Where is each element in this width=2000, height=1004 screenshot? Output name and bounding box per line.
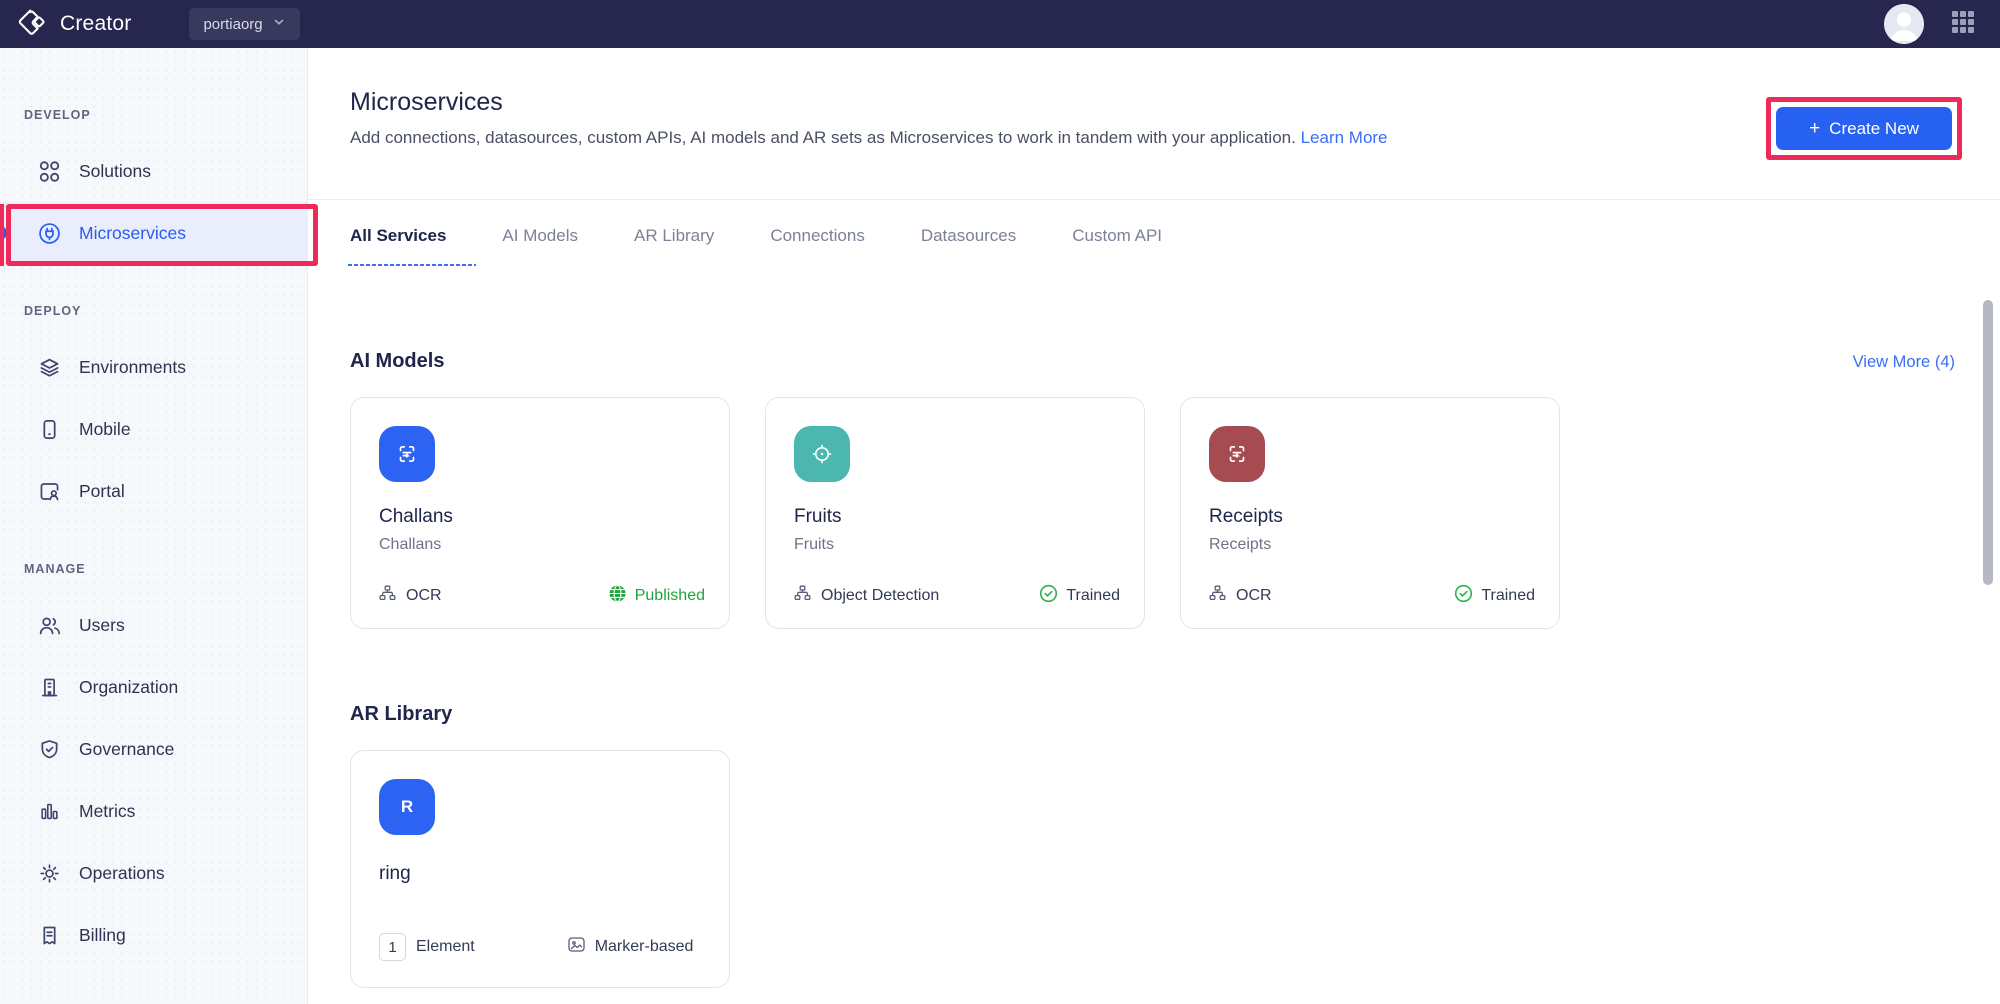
tab-ai-models[interactable]: AI Models — [502, 226, 578, 266]
sidebar-item-metrics[interactable]: Metrics — [0, 780, 307, 842]
ar-card-ring[interactable]: R ring 1 Element Marker-based — [350, 750, 730, 988]
operations-gear-icon — [38, 862, 61, 885]
trained-check-icon — [1039, 584, 1058, 608]
chevron-down-icon — [272, 15, 286, 33]
creator-logo-icon — [17, 7, 47, 42]
users-icon — [38, 614, 61, 637]
sidebar-item-label: Environments — [79, 356, 186, 377]
page-header: Microservices Add connections, datasourc… — [308, 48, 2000, 200]
ocr-scan-icon — [379, 426, 435, 482]
plus-icon: + — [1809, 117, 1821, 139]
element-count-badge: 1 — [379, 933, 406, 961]
tab-datasources[interactable]: Datasources — [921, 226, 1016, 266]
governance-shield-icon — [38, 738, 61, 761]
vertical-scrollbar-thumb[interactable] — [1983, 300, 1993, 585]
model-type-sitemap-icon — [379, 585, 396, 607]
model-type: OCR — [1236, 587, 1272, 604]
topbar: Creator portiaorg — [0, 0, 2000, 48]
page-description: Add connections, datasources, custom API… — [350, 128, 1388, 147]
portal-icon — [38, 480, 61, 503]
ai-models-section-title: AI Models — [350, 350, 445, 372]
sidebar-item-label: Organization — [79, 676, 179, 697]
annotation-strip-left-edge — [0, 204, 4, 266]
ocr-scan-icon — [1209, 426, 1265, 482]
tab-all-services[interactable]: All Services — [347, 226, 477, 266]
card-title: Challans — [379, 506, 453, 527]
ai-model-card-receipts[interactable]: Receipts Receipts OCR Trained — [1180, 397, 1560, 629]
ai-model-card-fruits[interactable]: Fruits Fruits Object Detection Trained — [765, 397, 1145, 629]
sidebar-item-label: Billing — [79, 924, 126, 945]
org-name: portiaorg — [203, 15, 263, 33]
sidebar-item-label: Portal — [79, 480, 125, 501]
sidebar-item-portal[interactable]: Portal — [0, 460, 307, 522]
create-new-button[interactable]: + Create New — [1776, 107, 1952, 150]
status-text: Trained — [1066, 587, 1120, 604]
page-title: Microservices — [350, 88, 503, 116]
sidebar-item-operations[interactable]: Operations — [0, 842, 307, 904]
status-text: Published — [634, 587, 705, 604]
sidebar-item-governance[interactable]: Governance — [0, 718, 307, 780]
card-title: ring — [379, 863, 411, 884]
sidebar-item-label: Metrics — [79, 800, 136, 821]
element-label: Element — [416, 938, 475, 955]
services-tabs: All Services AI Models AR Library Connec… — [308, 200, 2000, 266]
ar-library-section-title: AR Library — [350, 703, 453, 725]
ar-set-initial-icon: R — [379, 779, 435, 835]
metrics-bars-icon — [38, 800, 61, 823]
microservices-icon — [38, 222, 61, 245]
model-type-sitemap-icon — [1209, 585, 1226, 607]
org-selector[interactable]: portiaorg — [189, 8, 300, 40]
ai-models-cards: Challans Challans OCR Published Fruits F… — [350, 397, 2000, 629]
published-globe-icon — [608, 584, 627, 608]
sidebar-item-microservices[interactable]: Microservices — [0, 202, 307, 264]
status-text: Trained — [1481, 587, 1535, 604]
app-grid-icon[interactable] — [1951, 10, 1975, 39]
sidebar-item-solutions[interactable]: Solutions — [0, 140, 307, 202]
card-title: Receipts — [1209, 506, 1283, 527]
product-name: Creator — [60, 12, 132, 35]
model-type-sitemap-icon — [794, 585, 811, 607]
tab-connections[interactable]: Connections — [770, 226, 865, 266]
card-description: Fruits — [794, 536, 834, 553]
sidebar-item-label: Solutions — [79, 160, 151, 181]
section-label-manage: MANAGE — [24, 562, 86, 576]
environments-icon — [38, 356, 61, 379]
billing-receipt-icon — [38, 924, 61, 947]
section-label-develop: DEVELOP — [24, 108, 91, 122]
object-detection-icon — [794, 426, 850, 482]
learn-more-link[interactable]: Learn More — [1301, 128, 1388, 147]
sidebar-item-organization[interactable]: Organization — [0, 656, 307, 718]
tab-ar-library[interactable]: AR Library — [634, 226, 714, 266]
sidebar-item-label: Governance — [79, 738, 175, 759]
trained-check-icon — [1454, 584, 1473, 608]
card-title: Fruits — [794, 506, 842, 527]
view-more-link[interactable]: View More (4) — [1853, 353, 1955, 372]
sidebar-item-label: Users — [79, 614, 125, 635]
solutions-icon — [38, 160, 61, 183]
ar-library-cards: R ring 1 Element Marker-based — [350, 750, 2000, 988]
marker-image-icon — [567, 935, 586, 959]
main-content: Microservices Add connections, datasourc… — [308, 48, 2000, 1004]
card-description: Receipts — [1209, 536, 1272, 553]
sidebar-item-environments[interactable]: Environments — [0, 336, 307, 398]
sidebar-item-label: Mobile — [79, 418, 131, 439]
section-label-deploy: DEPLOY — [24, 304, 82, 318]
tab-custom-api[interactable]: Custom API — [1072, 226, 1162, 266]
user-avatar[interactable] — [1884, 4, 1924, 44]
model-type: OCR — [406, 587, 442, 604]
model-type: Object Detection — [821, 587, 940, 604]
sidebar-item-billing[interactable]: Billing — [0, 904, 307, 966]
card-description: Challans — [379, 536, 442, 553]
sidebar-item-users[interactable]: Users — [0, 594, 307, 656]
sidebar-item-label: Operations — [79, 862, 165, 883]
tracking-type: Marker-based — [594, 938, 694, 955]
mobile-icon — [38, 418, 61, 441]
sidebar-item-label: Microservices — [79, 222, 186, 243]
sidebar: DEVELOP Solutions Microservices DEPLOY E… — [0, 48, 308, 1004]
sidebar-item-mobile[interactable]: Mobile — [0, 398, 307, 460]
ai-model-card-challans[interactable]: Challans Challans OCR Published — [350, 397, 730, 629]
organization-icon — [38, 676, 61, 699]
